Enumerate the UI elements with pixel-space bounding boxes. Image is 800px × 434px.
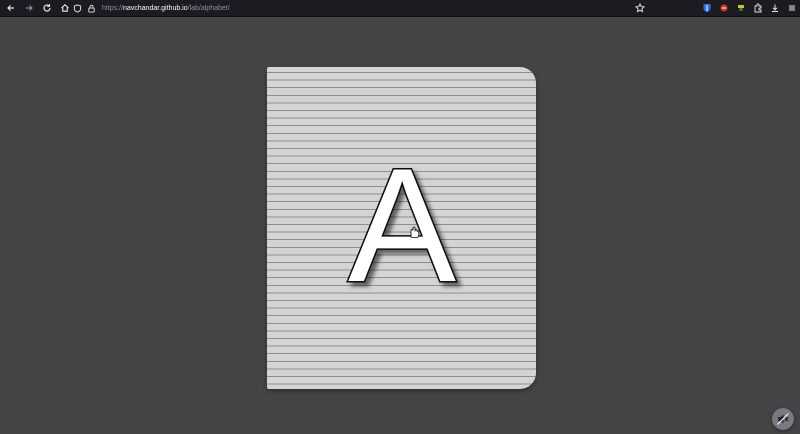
url-scheme: https:// [102,4,124,12]
url-path: /lab/alphabet/ [187,4,230,12]
yellow-extension-icon[interactable] [732,0,749,16]
forward-icon[interactable] [21,0,37,16]
shield-icon[interactable] [70,1,84,15]
bookmark-star-icon[interactable] [631,0,648,16]
url-host: navchandar.github.io [123,4,188,12]
lock-icon[interactable] [84,1,98,15]
address-bar[interactable]: https://navchandar.github.io/lab/alphabe… [70,1,650,15]
mute-speaker-icon [777,413,789,425]
mute-button[interactable] [772,408,794,430]
downloads-icon[interactable] [766,0,783,16]
letter-graphic: A [346,134,457,318]
letter-text: A [347,135,455,316]
menu-icon[interactable] [783,0,800,16]
letter-card[interactable]: A [267,67,536,389]
red-extension-icon[interactable] [715,0,732,16]
extensions-icon[interactable] [749,0,766,16]
url-text[interactable]: https://navchandar.github.io/lab/alphabe… [102,5,230,12]
alphabet-letter[interactable]: A [267,67,536,389]
reload-icon[interactable] [39,0,55,16]
back-icon[interactable] [3,0,19,16]
browser-toolbar: https://navchandar.github.io/lab/alphabe… [0,0,800,17]
toolbar-right [631,0,800,16]
bitwarden-icon[interactable] [698,0,715,16]
hand-cursor-icon [410,226,420,238]
